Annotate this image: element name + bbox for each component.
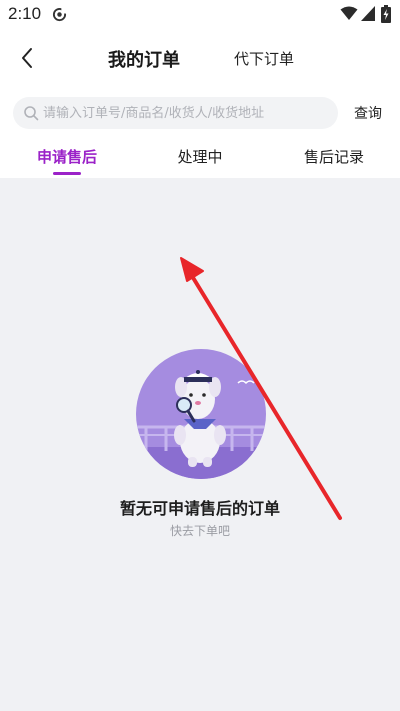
tab-processing[interactable]: 处理中	[168, 146, 232, 178]
back-button[interactable]	[14, 44, 40, 72]
search-button[interactable]: 查询	[354, 103, 382, 123]
header-area: 2:10 我的订单 代下订单 请输入订单号/商品名/收货人/收货地址 查询 申请…	[0, 0, 400, 178]
signal-icon	[361, 6, 375, 21]
search-bar[interactable]	[13, 97, 338, 129]
wifi-icon	[340, 6, 358, 20]
search-input[interactable]	[43, 97, 328, 129]
battery-charging-icon	[381, 5, 391, 23]
circle-arrow-icon	[52, 7, 67, 22]
search-icon	[24, 106, 39, 121]
tab-active-indicator	[53, 172, 81, 175]
empty-state-title: 暂无可申请售后的订单	[119, 499, 280, 518]
empty-state-illustration	[136, 349, 266, 479]
status-bar: 2:10	[0, 0, 400, 28]
tab-after-sale-records[interactable]: 售后记录	[302, 146, 366, 178]
proxy-orders-link[interactable]: 代下订单	[228, 48, 300, 69]
empty-state-subtitle: 快去下单吧	[169, 524, 230, 538]
navigation-bar: 我的订单 代下订单	[0, 36, 400, 80]
page-title: 我的订单	[108, 50, 180, 71]
status-time: 2:10	[8, 4, 42, 23]
chevron-left-icon	[22, 48, 32, 68]
